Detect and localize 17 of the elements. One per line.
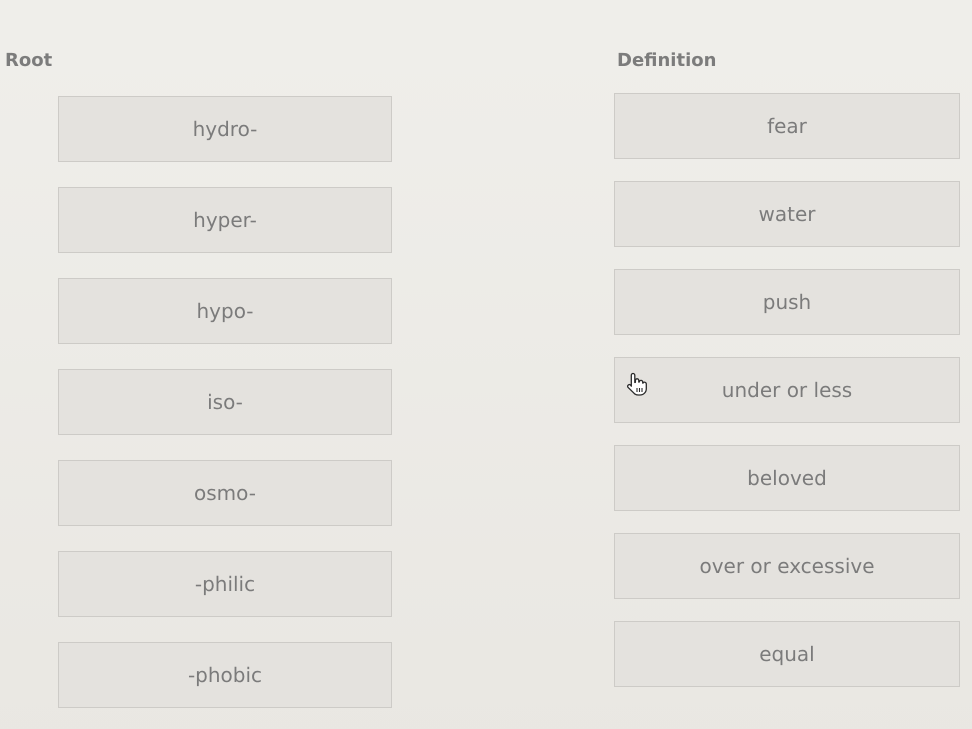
column-heading: Root [4,49,52,73]
definition-tile[interactable]: beloved [614,445,960,511]
column-heading: Definition [616,49,716,73]
definition-tile[interactable]: fear [614,93,960,159]
root-tile[interactable]: iso- [58,369,392,435]
hand-cursor-icon [626,371,650,397]
definition-tile[interactable]: push [614,269,960,335]
definition-tile[interactable]: equal [614,621,960,687]
definition-tile[interactable]: water [614,181,960,247]
root-tile[interactable]: -philic [58,551,392,617]
root-tile[interactable]: hypo- [58,278,392,344]
root-tile[interactable]: hyper- [58,187,392,253]
root-tile[interactable]: -phobic [58,642,392,708]
root-tile[interactable]: osmo- [58,460,392,526]
root-tile[interactable]: hydro- [58,96,392,162]
definition-tile[interactable]: under or less [614,357,960,423]
definition-tile[interactable]: over or excessive [614,533,960,599]
